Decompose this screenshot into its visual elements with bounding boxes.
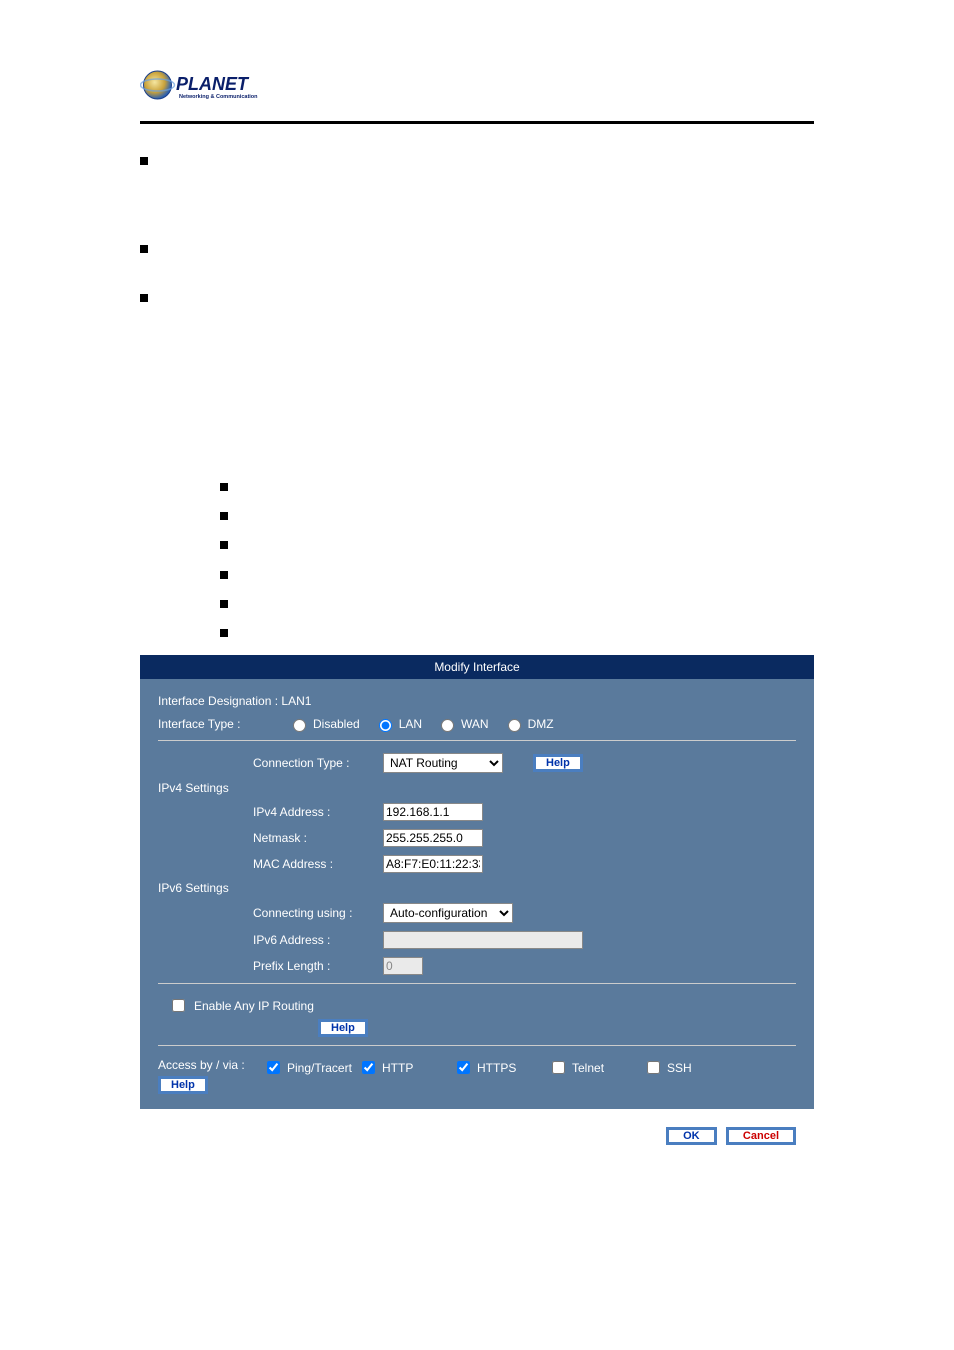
access-telnet-label: Telnet	[572, 1061, 604, 1075]
divider	[158, 983, 796, 984]
radio-disabled[interactable]	[293, 719, 306, 732]
enable-anyip-label: Enable Any IP Routing	[194, 999, 314, 1013]
ipv4-section-title: IPv4 Settings	[158, 781, 796, 795]
interface-designation-label: Interface Designation : LAN1	[158, 694, 311, 708]
connecting-using-select[interactable]: Auto-configuration	[383, 903, 513, 923]
planet-logo: PLANET Networking & Communication	[140, 60, 290, 110]
svg-text:Networking & Communication: Networking & Communication	[179, 94, 258, 100]
connecting-using-label: Connecting using :	[253, 906, 383, 920]
bullet-icon	[140, 294, 148, 302]
bullet-icon	[140, 245, 148, 253]
help-button-anyip[interactable]: Help	[318, 1019, 368, 1037]
mac-address-label: MAC Address :	[253, 857, 383, 871]
connection-type-label: Connection Type :	[253, 756, 383, 770]
bullet-icon	[140, 157, 148, 165]
access-ssh-label: SSH	[667, 1061, 692, 1075]
radio-wan-label: WAN	[461, 717, 489, 731]
access-ssh-checkbox[interactable]	[647, 1061, 660, 1074]
ipv6-address-label: IPv6 Address :	[253, 933, 383, 947]
bullet-icon	[220, 600, 228, 608]
radio-lan[interactable]	[379, 719, 392, 732]
modify-interface-panel: Modify Interface Interface Designation :…	[140, 655, 814, 1109]
logo-area: PLANET Networking & Communication	[0, 0, 954, 121]
bullet-icon	[220, 571, 228, 579]
interface-type-label: Interface Type :	[158, 717, 288, 731]
mac-address-input[interactable]	[383, 855, 483, 873]
access-by-label: Access by / via :	[158, 1058, 253, 1072]
access-https-checkbox[interactable]	[457, 1061, 470, 1074]
bullet-icon	[220, 512, 228, 520]
access-ping-label: Ping/Tracert	[287, 1061, 352, 1075]
netmask-input[interactable]	[383, 829, 483, 847]
access-http-label: HTTP	[382, 1061, 413, 1075]
ok-button[interactable]: OK	[666, 1127, 717, 1145]
panel-title: Modify Interface	[140, 655, 814, 679]
bullet-text-2	[158, 242, 814, 261]
radio-lan-label: LAN	[399, 717, 422, 731]
bullet-text-1	[158, 154, 814, 212]
divider	[158, 1045, 796, 1046]
bullet-icon	[220, 483, 228, 491]
ipv6-section-title: IPv6 Settings	[158, 881, 796, 895]
bullet-text-3	[158, 291, 814, 310]
bullet-icon	[220, 629, 228, 637]
access-ping-checkbox[interactable]	[267, 1061, 280, 1074]
access-telnet-checkbox[interactable]	[552, 1061, 565, 1074]
netmask-label: Netmask :	[253, 831, 383, 845]
access-https-label: HTTPS	[477, 1061, 516, 1075]
help-button-conntype[interactable]: Help	[533, 754, 583, 772]
radio-dmz-label: DMZ	[528, 717, 554, 731]
radio-wan[interactable]	[441, 719, 454, 732]
ipv4-address-label: IPv4 Address :	[253, 805, 383, 819]
radio-dmz[interactable]	[508, 719, 521, 732]
ipv4-address-input[interactable]	[383, 803, 483, 821]
connection-type-select[interactable]: NAT Routing	[383, 753, 503, 773]
prefix-length-input	[383, 957, 423, 975]
prefix-length-label: Prefix Length :	[253, 959, 383, 973]
svg-text:PLANET: PLANET	[176, 74, 250, 94]
help-button-access[interactable]: Help	[158, 1076, 208, 1094]
radio-disabled-label: Disabled	[313, 717, 360, 731]
bullet-content	[0, 124, 954, 645]
bullet-icon	[220, 541, 228, 549]
divider	[158, 740, 796, 741]
ipv6-address-input	[383, 931, 583, 949]
enable-anyip-checkbox[interactable]	[172, 999, 185, 1012]
cancel-button[interactable]: Cancel	[726, 1127, 796, 1145]
access-http-checkbox[interactable]	[362, 1061, 375, 1074]
